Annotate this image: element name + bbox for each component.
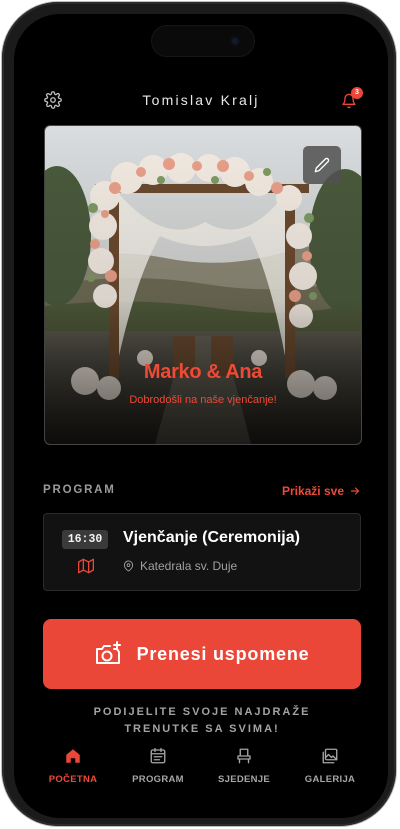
tab-program[interactable]: PROGRAM: [118, 747, 198, 785]
calendar-icon: [150, 747, 166, 764]
upload-hint: PODIJELITE SVOJE NAJDRAŽE TRENUTKE SA SV…: [93, 706, 311, 735]
chair-icon: [237, 748, 251, 764]
app-header: Tomislav Kralj 3: [14, 84, 388, 114]
phone-frame: Tomislav Kralj 3 Marko & Ana Dobrodošli …: [2, 2, 396, 826]
gallery-icon: [322, 748, 338, 764]
tab-home-label: POČETNA: [48, 774, 98, 785]
event-card[interactable]: 16:30 Vjenčanje (Ceremonija) Katedrala s…: [43, 513, 361, 591]
event-location-text: Katedrala sv. Duje: [140, 559, 238, 573]
location-pin-icon: [123, 560, 134, 572]
home-icon: [66, 749, 80, 763]
map-icon[interactable]: [78, 558, 94, 574]
see-all-link[interactable]: Prikaži sve: [282, 484, 361, 498]
upload-label: Prenesi uspomene: [136, 643, 310, 664]
add-photo-icon: [95, 641, 121, 664]
section-label: PROGRAM: [43, 484, 116, 496]
tab-seating[interactable]: SJEDENJE: [204, 747, 284, 785]
event-title: Vjenčanje (Ceremonija): [123, 529, 300, 546]
upload-memories-button[interactable]: Prenesi uspomene: [43, 619, 361, 689]
event-time: 16:30: [62, 530, 108, 549]
app-screen: Tomislav Kralj 3 Marko & Ana Dobrodošli …: [14, 14, 388, 818]
edit-cover-button[interactable]: [303, 146, 341, 184]
notification-badge: 3: [351, 87, 363, 99]
camera-lens: [230, 36, 240, 46]
tab-home[interactable]: POČETNA: [33, 747, 113, 785]
see-all-label: Prikaži sve: [281, 484, 344, 498]
hero-card: Marko & Ana Dobrodošli na naše vjenčanje…: [44, 125, 362, 445]
tab-gallery-label: GALERIJA: [304, 774, 356, 785]
arrow-right-icon: [350, 487, 360, 495]
bottom-nav: POČETNA PROGRAM SJEDENJE GALERIJA: [14, 747, 388, 797]
couple-names: Marko & Ana: [143, 361, 263, 383]
tab-seating-label: SJEDENJE: [217, 774, 271, 785]
program-section-header: PROGRAM Prikaži sve: [43, 484, 361, 500]
tab-program-label: PROGRAM: [132, 774, 184, 785]
dynamic-island: [151, 25, 255, 57]
event-location: Katedrala sv. Duje: [123, 559, 237, 573]
tab-gallery[interactable]: GALERIJA: [290, 747, 370, 785]
welcome-text: Dobrodošli na naše vjenčanje!: [129, 394, 277, 406]
page-title: Tomislav Kralj: [142, 92, 260, 108]
pencil-icon: [314, 157, 330, 173]
